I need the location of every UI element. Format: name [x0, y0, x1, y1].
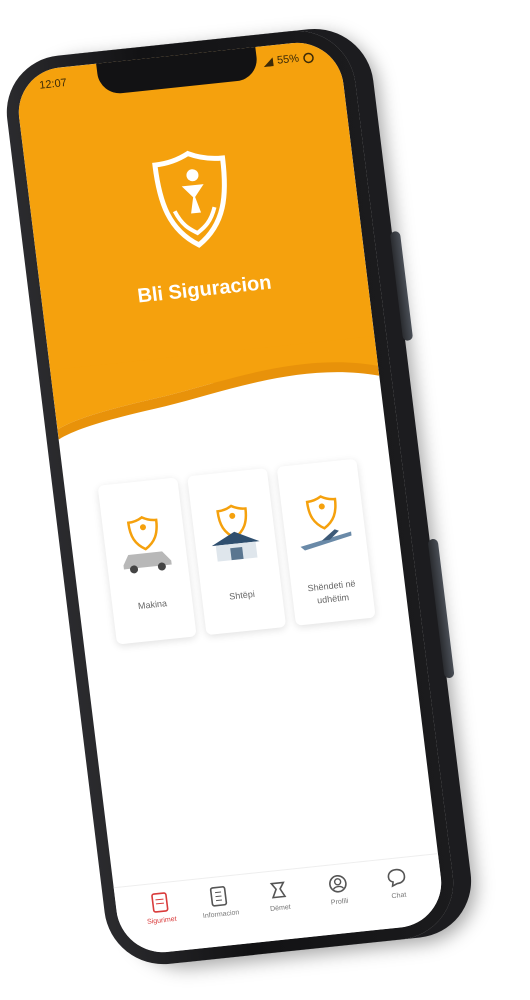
tab-label: Chat	[391, 891, 407, 901]
battery-icon	[303, 52, 314, 63]
signal-icon	[263, 56, 274, 67]
card-travel[interactable]: Shëndeti në udhëtim	[276, 458, 376, 626]
tab-label: Profili	[330, 897, 349, 907]
info-icon	[210, 886, 228, 907]
tab-chat[interactable]: Chat	[371, 864, 428, 930]
phone-device: 12:07 55% Bli Siguracion Makina Shtëpi S…	[0, 25, 460, 970]
damage-icon	[269, 881, 287, 899]
power-button	[427, 538, 455, 679]
document-icon	[150, 892, 169, 913]
card-label: Shëndeti në udhëtim	[307, 578, 357, 606]
tab-demet[interactable]: Dëmet	[252, 877, 309, 943]
house-icon	[201, 499, 268, 567]
app-logo	[147, 145, 239, 258]
card-house[interactable]: Shtëpi	[187, 468, 287, 636]
card-label: Makina	[137, 598, 168, 612]
tab-sigurimet[interactable]: Sigurimet	[133, 889, 190, 955]
tab-profili[interactable]: Profili	[311, 870, 368, 936]
card-car[interactable]: Makina	[97, 477, 197, 645]
volume-button	[389, 230, 414, 342]
insurance-cards: Makina Shtëpi Shëndeti në udhëtim	[87, 457, 387, 645]
status-time: 12:07	[38, 76, 68, 92]
airplane-icon	[290, 489, 357, 557]
shield-logo-icon	[152, 150, 227, 248]
app-screen: 12:07 55% Bli Siguracion Makina Shtëpi S…	[13, 38, 447, 957]
profile-icon	[328, 875, 347, 893]
battery-level: 55%	[276, 52, 300, 67]
card-label: Shtëpi	[228, 588, 256, 602]
tab-label: Dëmet	[269, 903, 292, 913]
status-right: 55%	[262, 51, 314, 68]
app-title: Bli Siguracion	[136, 271, 273, 308]
car-icon	[111, 508, 178, 576]
tab-label: Sigurimet	[146, 915, 178, 926]
tab-label: Informacion	[202, 909, 240, 921]
tab-informacion[interactable]: Informacion	[193, 883, 250, 949]
chat-icon	[387, 868, 406, 888]
